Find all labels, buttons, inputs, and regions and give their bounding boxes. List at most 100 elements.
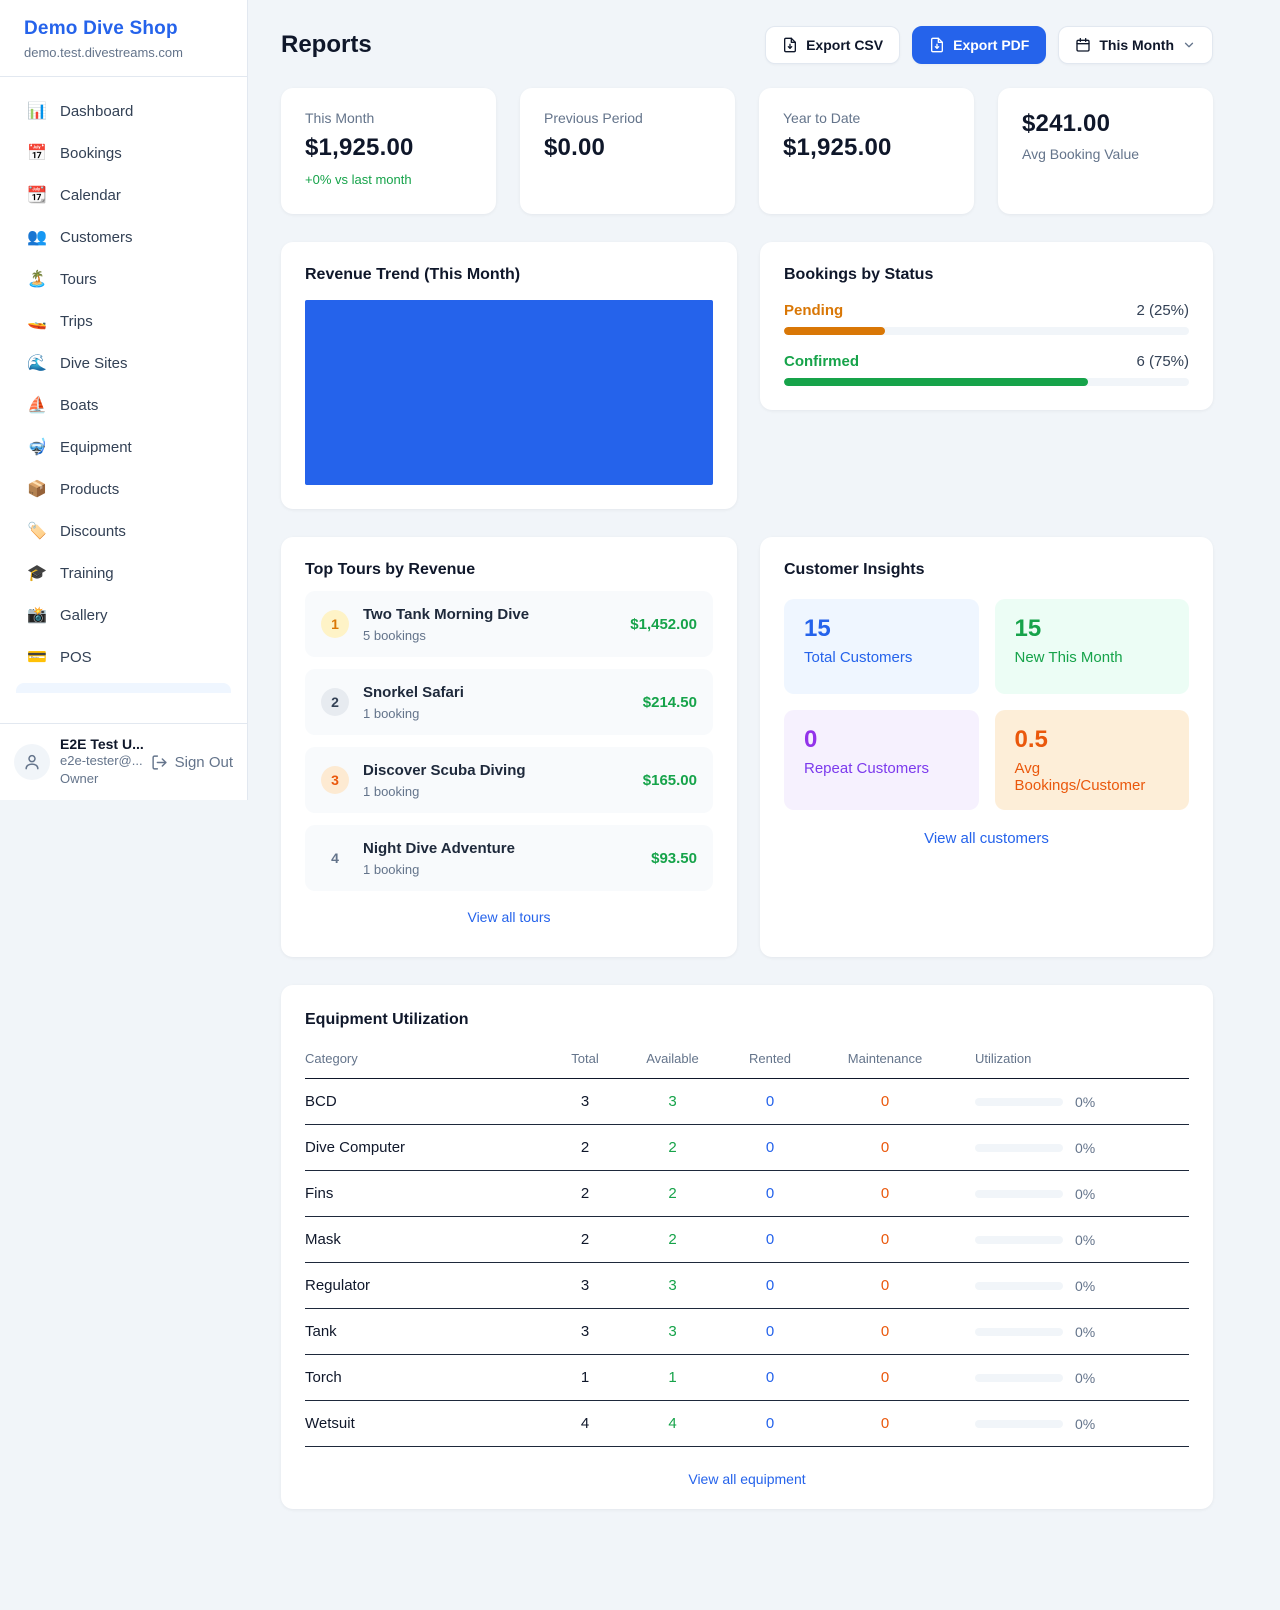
utilization-percent: 0%	[1075, 1416, 1095, 1432]
cell-utilization: 0%	[950, 1172, 1189, 1216]
user-email: e2e-tester@...	[60, 752, 141, 770]
sidebar-item-label: Dive Sites	[60, 353, 128, 375]
sidebar-active-item-clipped[interactable]	[16, 683, 231, 693]
person-icon	[22, 752, 42, 772]
cell-utilization: 0%	[950, 1080, 1189, 1124]
tour-row[interactable]: 3 Discover Scuba Diving1 booking $165.00	[305, 747, 713, 813]
chevron-down-icon	[1182, 38, 1196, 52]
col-available: Available	[625, 1045, 720, 1078]
tour-bookings: 1 booking	[363, 706, 629, 721]
cell-category: Mask	[305, 1217, 545, 1262]
customer-insights-title: Customer Insights	[784, 561, 1189, 579]
stat-value: $1,925.00	[783, 134, 950, 162]
tour-name: Night Dive Adventure	[363, 839, 637, 859]
equipment-utilization-title: Equipment Utilization	[305, 1011, 1189, 1029]
stat-label: This Month	[305, 110, 472, 126]
export-pdf-button[interactable]: Export PDF	[912, 26, 1046, 64]
tour-revenue: $165.00	[643, 772, 697, 789]
sidebar-item-discounts[interactable]: 🏷️Discounts	[16, 511, 231, 553]
tour-row[interactable]: 1 Two Tank Morning Dive5 bookings $1,452…	[305, 591, 713, 657]
utilization-track	[975, 1236, 1063, 1244]
sidebar-item-equipment[interactable]: 🤿Equipment	[16, 427, 231, 469]
status-row-confirmed: Confirmed 6 (75%)	[784, 353, 1189, 386]
sidebar-item-boats[interactable]: ⛵Boats	[16, 385, 231, 427]
utilization-percent: 0%	[1075, 1324, 1095, 1340]
tile-new-this-month: 15 New This Month	[995, 599, 1190, 694]
cell-total: 2	[545, 1171, 625, 1216]
period-dropdown[interactable]: This Month	[1058, 26, 1213, 64]
page-header: Reports Export CSV Export PDF This Month	[281, 26, 1213, 64]
rank-badge: 4	[321, 844, 349, 872]
tag-icon: 🏷️	[26, 521, 48, 543]
utilization-track	[975, 1144, 1063, 1152]
shop-header: Demo Dive Shop demo.test.divestreams.com	[0, 0, 247, 77]
cell-utilization: 0%	[950, 1356, 1189, 1400]
bookings-by-status-card: Bookings by Status Pending 2 (25%) Confi…	[760, 242, 1213, 410]
header-actions: Export CSV Export PDF This Month	[765, 26, 1213, 64]
sidebar-item-dive-sites[interactable]: 🌊 Dive Sites	[16, 343, 231, 385]
calendar-icon	[1075, 37, 1091, 53]
sidebar-item-products[interactable]: 📦Products	[16, 469, 231, 511]
diving-mask-icon: 🤿	[26, 437, 48, 459]
tour-row[interactable]: 4 Night Dive Adventure1 booking $93.50	[305, 825, 713, 891]
sidebar-item-tours[interactable]: 🏝️Tours	[16, 259, 231, 301]
stat-card-avg-booking-value: $241.00 Avg Booking Value	[998, 88, 1213, 214]
col-maintenance: Maintenance	[820, 1045, 950, 1078]
cell-category: Fins	[305, 1171, 545, 1216]
table-row: Dive Computer 2 2 0 0 0%	[305, 1125, 1189, 1171]
rank-badge: 1	[321, 610, 349, 638]
tile-repeat-customers: 0 Repeat Customers	[784, 710, 979, 810]
file-download-icon	[929, 37, 945, 53]
sidebar-item-pos[interactable]: 💳 POS	[16, 637, 231, 679]
stat-card-this-month: This Month $1,925.00 +0% vs last month	[281, 88, 496, 214]
sign-out-icon	[151, 754, 168, 771]
view-all-tours-link[interactable]: View all tours	[305, 909, 713, 925]
file-download-icon	[782, 37, 798, 53]
tile-value: 15	[1015, 615, 1170, 643]
table-row: Torch 1 1 0 0 0%	[305, 1355, 1189, 1401]
wave-icon: 🌊	[26, 353, 48, 375]
tour-row[interactable]: 2 Snorkel Safari1 booking $214.50	[305, 669, 713, 735]
sidebar-item-label: POS	[60, 647, 92, 669]
sidebar-item-trips[interactable]: 🚤Trips	[16, 301, 231, 343]
stat-value: $0.00	[544, 134, 711, 162]
sidebar-item-gallery[interactable]: 📸Gallery	[16, 595, 231, 637]
cell-available: 2	[625, 1125, 720, 1170]
sidebar-item-label: Boats	[60, 395, 98, 417]
sidebar-item-dashboard[interactable]: 📊Dashboard	[16, 91, 231, 133]
sign-out-label: Sign Out	[175, 754, 233, 771]
utilization-percent: 0%	[1075, 1140, 1095, 1156]
stats-row: This Month $1,925.00 +0% vs last month P…	[281, 88, 1213, 214]
export-csv-button[interactable]: Export CSV	[765, 26, 900, 64]
revenue-trend-card: Revenue Trend (This Month)	[281, 242, 737, 509]
view-all-customers-link[interactable]: View all customers	[784, 830, 1189, 847]
credit-card-icon: 💳	[26, 647, 48, 669]
sidebar-item-label: Dashboard	[60, 101, 133, 123]
cell-utilization: 0%	[950, 1402, 1189, 1446]
cell-category: Torch	[305, 1355, 545, 1400]
sidebar-item-label: Customers	[60, 227, 133, 249]
cell-total: 3	[545, 1309, 625, 1354]
progress-track	[784, 378, 1189, 386]
shop-name: Demo Dive Shop	[24, 18, 223, 40]
sidebar-item-calendar[interactable]: 📆Calendar	[16, 175, 231, 217]
cell-maintenance: 0	[820, 1355, 950, 1400]
rank-badge: 3	[321, 766, 349, 794]
view-all-equipment-link[interactable]: View all equipment	[305, 1471, 1189, 1487]
cell-total: 1	[545, 1355, 625, 1400]
col-total: Total	[545, 1045, 625, 1078]
island-icon: 🏝️	[26, 269, 48, 291]
cell-category: Wetsuit	[305, 1401, 545, 1446]
sidebar-item-customers[interactable]: 👥Customers	[16, 217, 231, 259]
page-title: Reports	[281, 31, 372, 59]
utilization-percent: 0%	[1075, 1370, 1095, 1386]
avatar	[14, 744, 50, 780]
sidebar-item-label: Calendar	[60, 185, 121, 207]
cell-category: Regulator	[305, 1263, 545, 1308]
user-role: Owner	[60, 770, 141, 788]
progress-fill	[784, 327, 885, 335]
sign-out-button[interactable]: Sign Out	[151, 754, 233, 771]
sidebar-item-label: Gallery	[60, 605, 108, 627]
sidebar-item-bookings[interactable]: 📅Bookings	[16, 133, 231, 175]
sidebar-item-training[interactable]: 🎓Training	[16, 553, 231, 595]
